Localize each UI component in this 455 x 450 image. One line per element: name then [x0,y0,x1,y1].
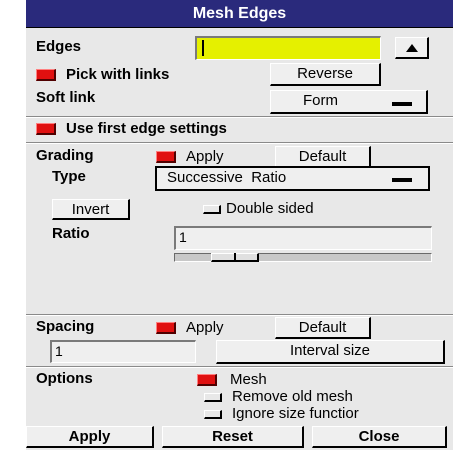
ratio-input[interactable]: 1 [174,226,432,250]
up-triangle-icon [405,44,418,52]
reset-button[interactable]: Reset [162,426,304,448]
grading-type-label: Type [52,168,86,185]
edges-label: Edges [36,38,82,55]
spacing-default-button[interactable]: Default [275,317,371,339]
apply-button[interactable]: Apply [26,426,154,448]
separator [26,116,453,118]
grading-type-selected: Successive Ratio [167,169,287,186]
grading-apply-checkbox[interactable] [156,151,176,163]
reverse-button[interactable]: Reverse [270,63,381,86]
ignore-size-function-label: Ignore size functior [232,405,359,422]
double-sided-label: Double sided [226,200,314,217]
spacing-apply-label: Apply [186,319,224,336]
pick-with-links-checkbox[interactable] [36,69,56,81]
pick-with-links-label: Pick with links [66,66,170,83]
grading-type-dropdown[interactable]: Successive Ratio [155,166,430,191]
spacing-label: Spacing [36,318,95,335]
separator [26,142,453,144]
use-first-edge-label: Use first edge settings [66,120,227,137]
grading-label: Grading [36,147,94,164]
window-title: Mesh Edges [26,0,453,28]
edges-input[interactable] [195,36,381,60]
remove-old-mesh-label: Remove old mesh [232,388,353,405]
remove-old-mesh-checkbox[interactable] [204,393,222,402]
close-button[interactable]: Close [312,426,447,448]
grading-apply-label: Apply [186,148,224,165]
mesh-checkbox[interactable] [197,374,217,386]
options-label: Options [36,370,93,387]
separator [26,314,453,316]
ignore-size-function-checkbox[interactable] [204,410,222,419]
mesh-label: Mesh [230,371,267,388]
use-first-edge-checkbox[interactable] [36,123,56,135]
text-cursor [202,40,204,56]
dropdown-indicator-icon [392,178,412,182]
soft-link-selected: Form [303,92,338,109]
spacing-unit-selected: Interval size [289,342,371,359]
separator [26,366,453,368]
grading-default-button[interactable]: Default [275,146,371,168]
invert-button[interactable]: Invert [52,199,130,220]
slider-thumb-grip [234,253,236,262]
double-sided-checkbox[interactable] [203,205,221,214]
dropdown-indicator-icon [392,102,412,106]
soft-link-label: Soft link [36,89,96,106]
spacing-apply-checkbox[interactable] [156,322,176,334]
spacing-value-input[interactable]: 1 [50,340,196,363]
ratio-label: Ratio [52,225,90,242]
spacing-unit-dropdown[interactable]: Interval size [216,340,445,364]
edges-expand-button[interactable] [395,37,429,59]
